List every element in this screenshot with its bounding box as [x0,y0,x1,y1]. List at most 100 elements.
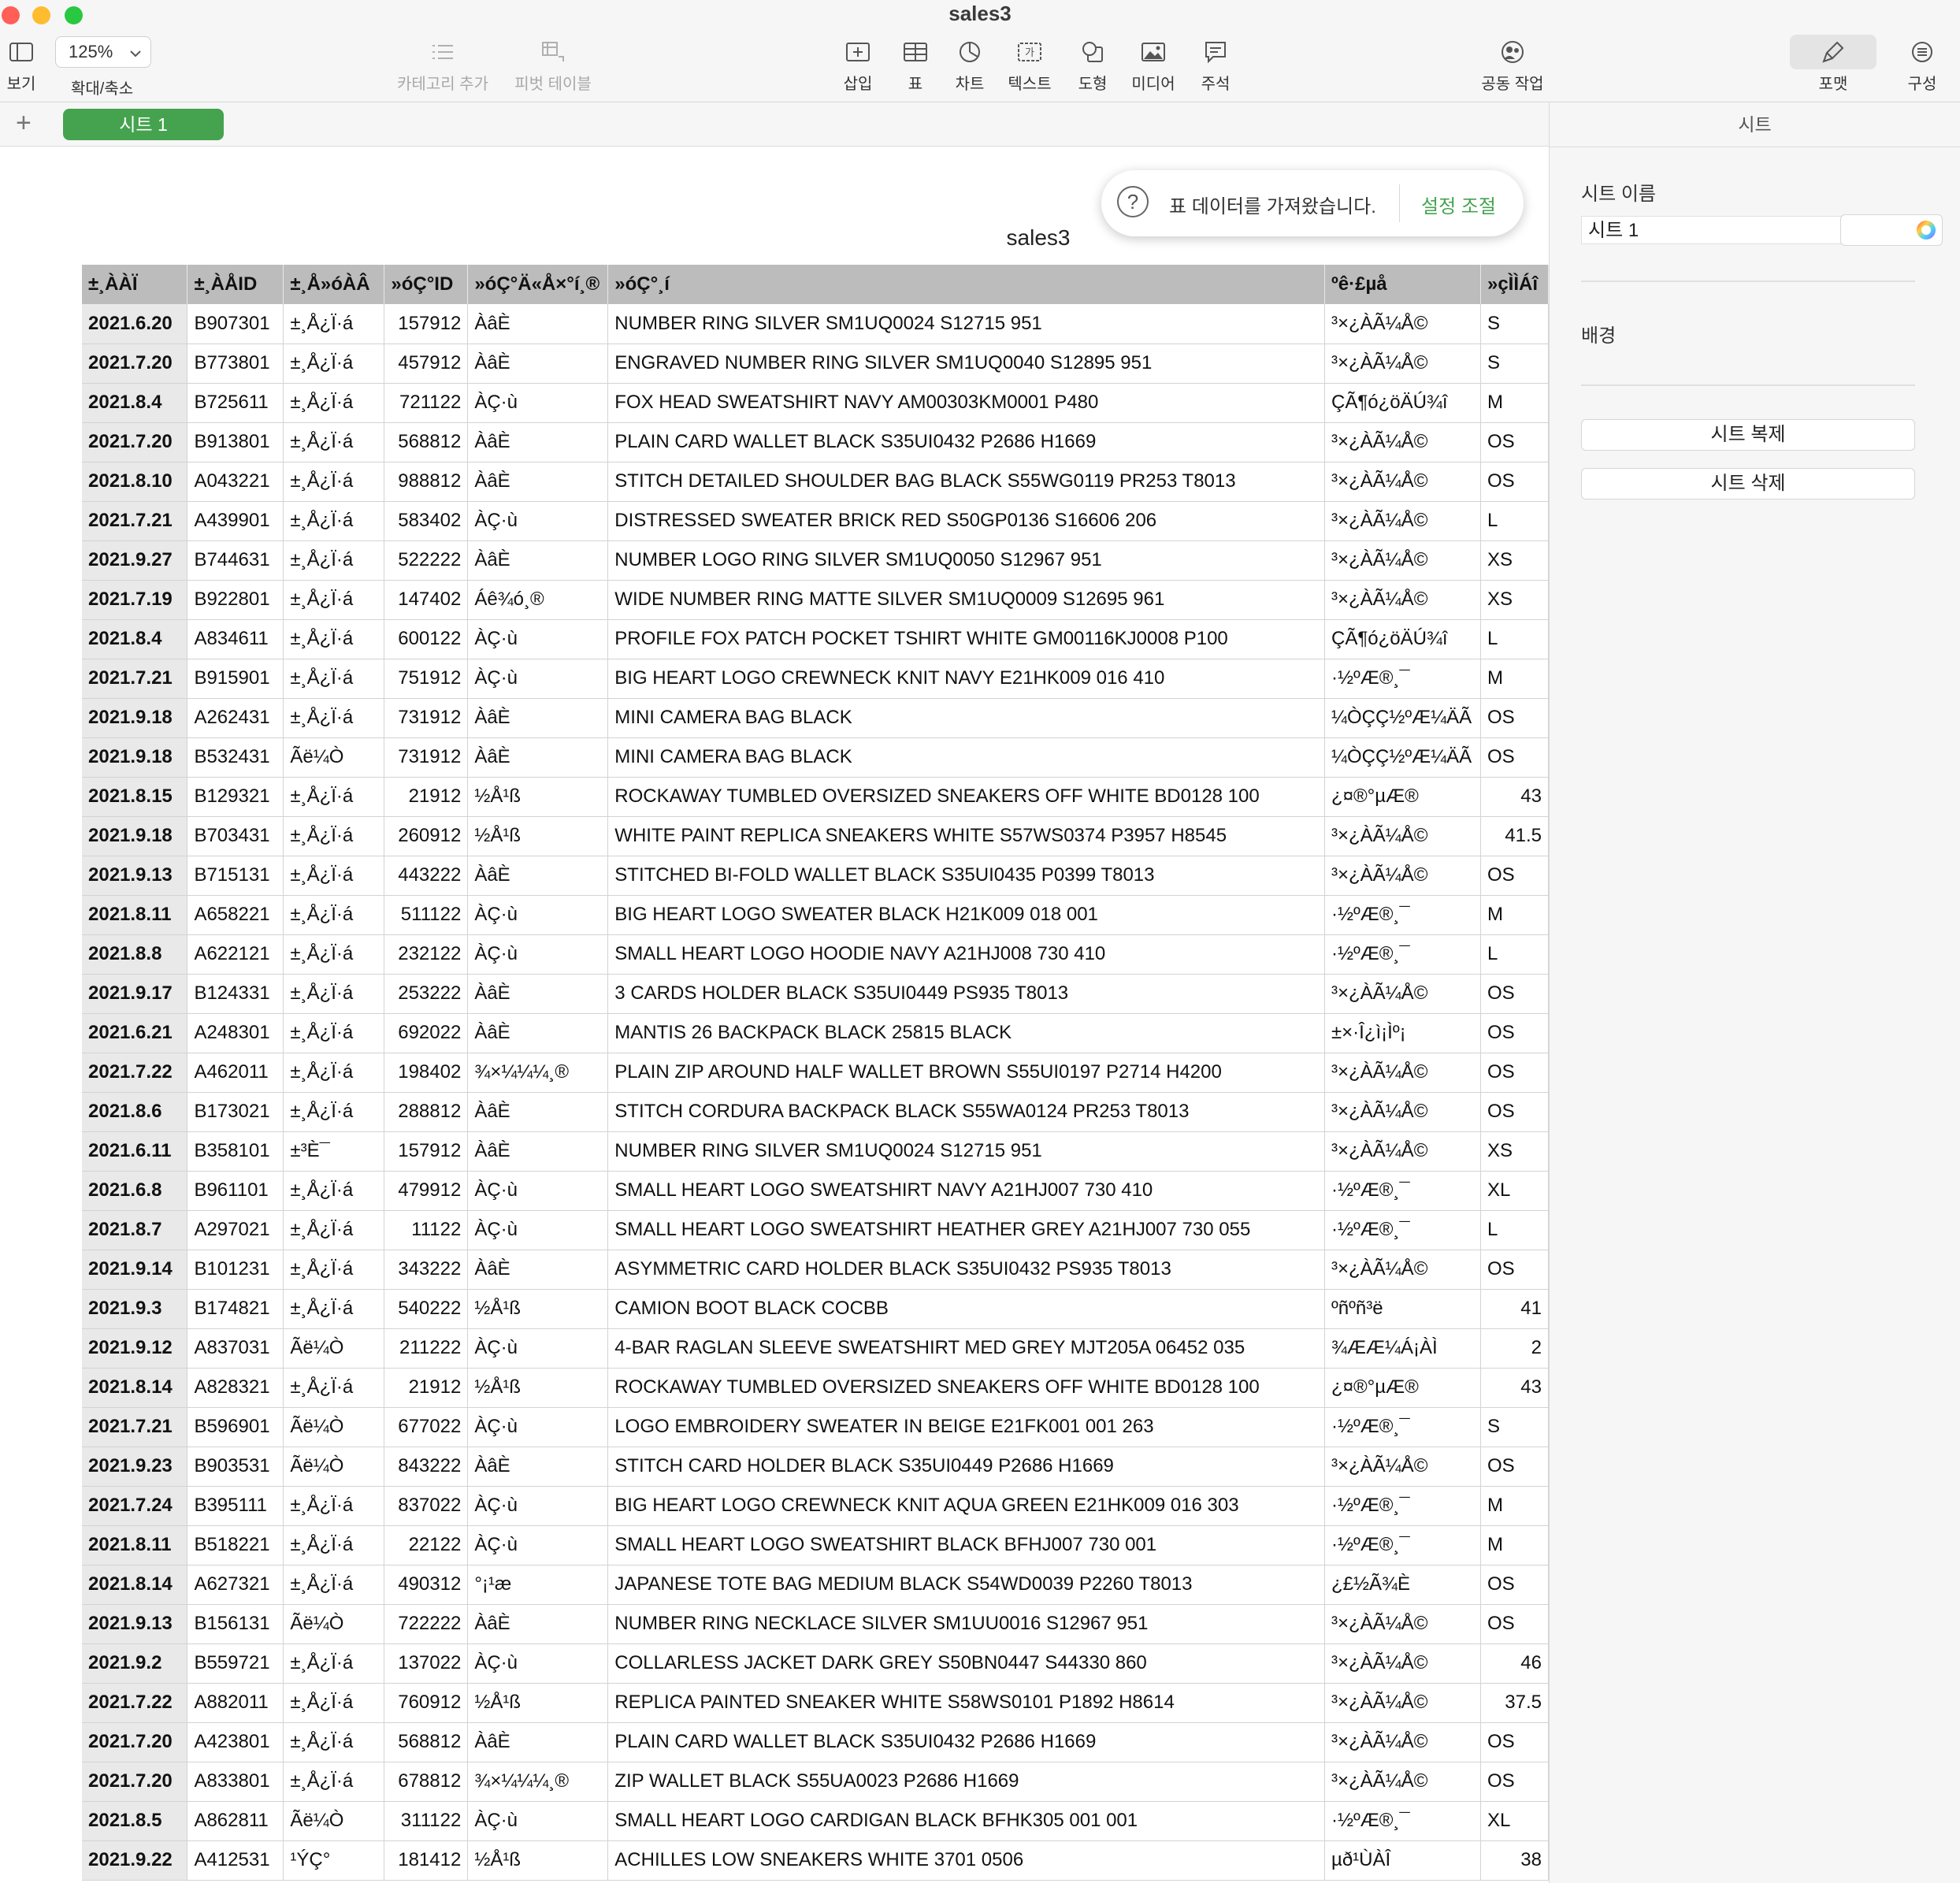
table-cell[interactable]: 2021.8.4 [82,383,188,423]
table-cell[interactable]: Ãë¼Ò [283,737,385,778]
table-cell[interactable]: ±¸Å¿Ï·á [283,1762,385,1802]
table-cell[interactable]: ³×¿ÀÃ¼Å© [1324,1131,1481,1172]
table-cell[interactable]: L [1480,934,1549,975]
view-button[interactable]: 보기 [2,36,41,94]
table-cell[interactable]: XS [1480,580,1549,620]
table-row[interactable]: 2021.8.5 A862811 Ãë¼Ò 311122 ÀÇ·ù SMALL HEART… [82,1801,1549,1841]
table-cell[interactable]: ³×¿ÀÃ¼Å© [1324,1683,1481,1723]
table-row[interactable]: 2021.9.17 B124331 ±¸Å¿Ï·á 253222 ÀâÈ­ 3 CARDS… [82,974,1549,1014]
table-cell[interactable]: ÀâÈ­ [467,856,609,896]
table-cell[interactable]: XS [1480,1131,1549,1172]
table-cell[interactable]: ³×¿ÀÃ¼Å© [1324,501,1481,541]
table-row[interactable]: 2021.6.20 B907301 ±¸Å¿Ï·á 157912 ÀâÈ­ NUMBER … [82,304,1549,344]
table-cell[interactable]: µð¹ÙÀÎ [1324,1840,1481,1881]
table-cell[interactable]: ±¸Å¿Ï·á [283,659,385,699]
table-cell[interactable]: B715131 [187,856,284,896]
table-cell[interactable]: PLAIN ZIP AROUND HALF WALLET BROWN S55UI… [607,1053,1325,1093]
table-cell[interactable]: ½Å¹ß [467,1289,609,1329]
table-cell[interactable]: ÀÇ·ù [467,619,609,659]
table-cell[interactable]: ³×¿ÀÃ¼Å© [1324,422,1481,462]
table-row[interactable]: 2021.9.18 B703431 ±¸Å¿Ï·á 260912 ½Å¹ß WHITE P… [82,816,1549,856]
column-header[interactable]: »óÇ°Ä«Å×°í¸® [467,265,609,304]
table-cell[interactable]: ³×¿ÀÃ¼Å© [1324,1447,1481,1487]
table-cell[interactable]: 2021.9.18 [82,816,188,856]
table-cell[interactable]: PLAIN CARD WALLET BLACK S35UI0432 P2686 … [607,1722,1325,1762]
table-cell[interactable]: OS [1480,737,1549,778]
column-header[interactable]: ºê·£µå [1324,265,1481,304]
table-cell[interactable]: L [1480,501,1549,541]
table-cell[interactable]: ½Å¹ß [467,1368,609,1408]
table-cell[interactable]: Áê¾ó¸® [467,580,609,620]
table-cell[interactable]: 157912 [384,1131,469,1172]
table-row[interactable]: 2021.7.21 A439901 ±¸Å¿Ï·á 583402 ÀÇ·ù DISTRES… [82,501,1549,541]
table-cell[interactable]: B124331 [187,974,284,1014]
table-cell[interactable]: Ãë¼Ò [283,1801,385,1841]
table-cell[interactable]: 568812 [384,1722,469,1762]
table-cell[interactable]: STITCH DETAILED SHOULDER BAG BLACK S55WG… [607,462,1325,502]
table-cell[interactable]: 722222 [384,1604,469,1644]
table-cell[interactable]: ÀÇ·ù [467,501,609,541]
table-cell[interactable]: NUMBER RING SILVER SM1UQ0024 S12715 951 [607,304,1325,344]
table-row[interactable]: 2021.9.13 B715131 ±¸Å¿Ï·á 443222 ÀâÈ­ STITCHE… [82,856,1549,896]
table-cell[interactable]: ±¸Å¿Ï·á [283,777,385,817]
table-cell[interactable]: B559721 [187,1643,284,1684]
background-color-well[interactable] [1840,214,1943,246]
table-cell[interactable]: ³×¿ÀÃ¼Å© [1324,1250,1481,1290]
table-cell[interactable]: NUMBER LOGO RING SILVER SM1UQ0050 S12967… [607,540,1325,581]
table-cell[interactable]: WIDE NUMBER RING MATTE SILVER SM1UQ0009 … [607,580,1325,620]
table-cell[interactable]: B725611 [187,383,284,423]
table-cell[interactable]: 2021.9.2 [82,1643,188,1684]
table-cell[interactable]: 2021.8.10 [82,462,188,502]
table-cell[interactable]: ÀâÈ­ [467,1131,609,1172]
table-cell[interactable]: ÀâÈ­ [467,1092,609,1132]
table-cell[interactable]: 11122 [384,1210,469,1250]
table-cell[interactable]: B129321 [187,777,284,817]
table-cell[interactable]: B596901 [187,1407,284,1447]
table-cell[interactable]: 2021.6.8 [82,1171,188,1211]
table-cell[interactable]: 2021.8.11 [82,895,188,935]
table-cell[interactable]: ÀâÈ­ [467,698,609,738]
table-cell[interactable]: 988812 [384,462,469,502]
table-cell[interactable]: 137022 [384,1643,469,1684]
table-cell[interactable]: WHITE PAINT REPLICA SNEAKERS WHITE S57WS… [607,816,1325,856]
table-cell[interactable]: ¿£½Ã¾È [1324,1565,1481,1605]
table-cell[interactable]: OS [1480,1722,1549,1762]
table-cell[interactable]: ±¸Å¿Ï·á [283,1210,385,1250]
table-cell[interactable]: 843222 [384,1447,469,1487]
table-cell[interactable]: S [1480,1407,1549,1447]
table-cell[interactable]: PROFILE FOX PATCH POCKET TSHIRT WHITE GM… [607,619,1325,659]
add-category-button[interactable]: 카테고리 추가 [392,36,493,94]
table-cell[interactable]: B907301 [187,304,284,344]
table-cell[interactable]: A423801 [187,1722,284,1762]
tab-sheet-1[interactable]: 시트 1 [63,109,224,140]
table-cell[interactable]: 2021.6.21 [82,1013,188,1053]
table-cell[interactable]: 46 [1480,1643,1549,1684]
chart-button[interactable]: 차트 [952,36,988,94]
table-cell[interactable]: M [1480,1486,1549,1526]
table-cell[interactable]: ³×¿ÀÃ¼Å© [1324,856,1481,896]
table-cell[interactable]: OS [1480,1092,1549,1132]
table-cell[interactable]: L [1480,619,1549,659]
table-cell[interactable]: 147402 [384,580,469,620]
table-cell[interactable]: ³×¿ÀÃ¼Å© [1324,1722,1481,1762]
table-cell[interactable]: ±¸Å¿Ï·á [283,974,385,1014]
table-cell[interactable]: ±¸Å¿Ï·á [283,462,385,502]
table-cell[interactable]: Ãë¼Ò [283,1604,385,1644]
table-cell[interactable]: ·½ºÆ®¸¯ [1324,1525,1481,1565]
table-cell[interactable]: OS [1480,422,1549,462]
table-cell[interactable]: ·½ºÆ®¸¯ [1324,934,1481,975]
table-cell[interactable]: ±¸Å¿Ï·á [283,1171,385,1211]
table-cell[interactable]: ·½ºÆ®¸¯ [1324,1407,1481,1447]
table-cell[interactable]: ROCKAWAY TUMBLED OVERSIZED SNEAKERS OFF … [607,1368,1325,1408]
table-cell[interactable]: 490312 [384,1565,469,1605]
table-cell[interactable]: ±³È¯ [283,1131,385,1172]
table-cell[interactable]: ½Å¹ß [467,1683,609,1723]
table-cell[interactable]: 2021.9.3 [82,1289,188,1329]
table-cell[interactable]: ÇÃ¶ó¿öÄÚ¾î [1324,383,1481,423]
table-cell[interactable]: A882011 [187,1683,284,1723]
table-cell[interactable]: ÀâÈ­ [467,540,609,581]
table-row[interactable]: 2021.6.8 B961101 ±¸Å¿Ï·á 479912 ÀÇ·ù SMALL HE… [82,1171,1549,1211]
table-cell[interactable]: COLLARLESS JACKET DARK GREY S50BN0447 S4… [607,1643,1325,1684]
table-cell[interactable]: A439901 [187,501,284,541]
adjust-settings-button[interactable]: 설정 조절 [1421,191,1496,218]
